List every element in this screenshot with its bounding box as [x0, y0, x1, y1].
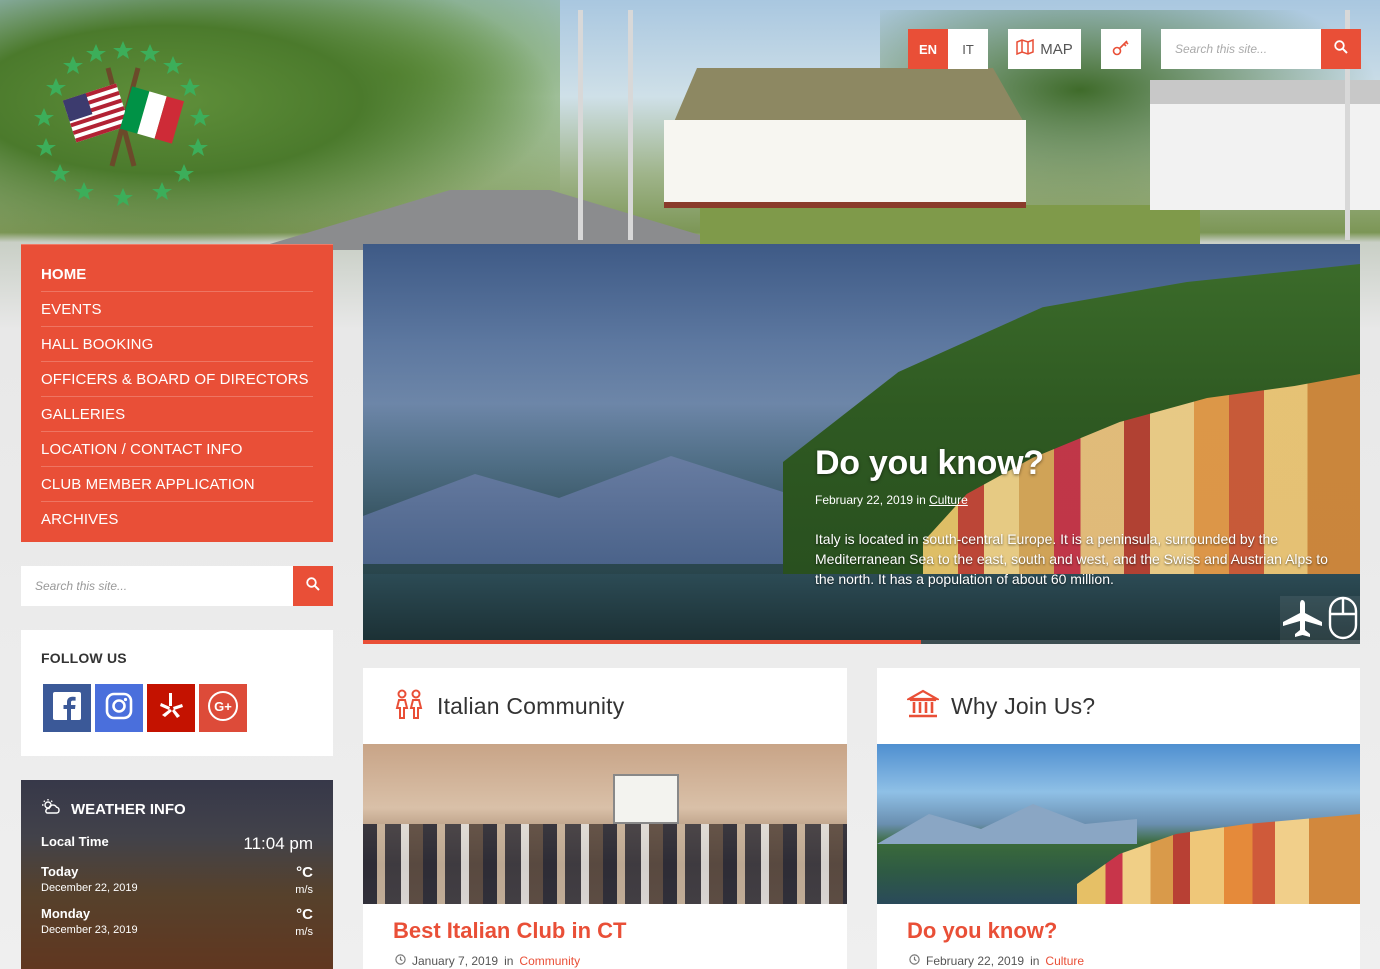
- google-plus-icon: G+: [207, 690, 239, 727]
- lang-en-button[interactable]: EN: [908, 29, 948, 69]
- weather-title: WEATHER INFO: [71, 800, 186, 818]
- header-search-button[interactable]: [1321, 29, 1361, 69]
- map-button[interactable]: MAP: [1008, 29, 1081, 69]
- mouse-icon: [1328, 596, 1358, 645]
- lawn: [700, 205, 1200, 245]
- sidebar-search: Search this site...: [21, 566, 333, 606]
- card-heading: Why Join Us?: [951, 692, 1096, 719]
- post-in: in: [504, 954, 514, 968]
- sidebar-search-input[interactable]: Search this site...: [21, 566, 293, 606]
- local-time-row: Local Time 11:04 pm: [41, 834, 313, 854]
- featured-slider[interactable]: Do you know? February 22, 2019 in Cultur…: [363, 244, 1360, 644]
- card-header: Why Join Us?: [877, 668, 1360, 744]
- instagram-icon: [105, 692, 133, 725]
- slide-caption: Do you know? February 22, 2019 in Cultur…: [815, 444, 1335, 589]
- nav-item-officers[interactable]: OFFICERS & BOARD OF DIRECTORS: [41, 362, 313, 397]
- follow-us-widget: FOLLOW US G+: [21, 630, 333, 756]
- sidebar-search-button[interactable]: [293, 566, 333, 606]
- post-meta: February 22, 2019 in Culture: [909, 954, 1360, 968]
- login-button[interactable]: [1101, 29, 1141, 69]
- slide-title[interactable]: Do you know?: [815, 444, 1335, 483]
- post-meta: January 7, 2019 in Community: [395, 954, 847, 968]
- nav-item-hall-booking[interactable]: HALL BOOKING: [41, 327, 313, 362]
- instagram-link[interactable]: [95, 684, 143, 732]
- card-header: Italian Community: [363, 668, 847, 744]
- weather-icon: [41, 798, 61, 820]
- google-plus-link[interactable]: G+: [199, 684, 247, 732]
- weather-title-row: WEATHER INFO: [41, 798, 313, 820]
- search-icon: [1334, 39, 1348, 59]
- map-label: MAP: [1040, 40, 1073, 58]
- facebook-icon: [52, 691, 82, 726]
- airplane-icon: [1282, 598, 1324, 643]
- local-time-value: 11:04 pm: [243, 834, 313, 853]
- forecast-day: Today: [41, 864, 79, 879]
- weather-widget: WEATHER INFO Local Time 11:04 pm Today D…: [21, 780, 333, 969]
- map-icon: [1016, 38, 1034, 59]
- post-category-link[interactable]: Culture: [1045, 954, 1084, 968]
- forecast-temp: °C: [296, 906, 313, 923]
- post-in: in: [1030, 954, 1040, 968]
- facebook-link[interactable]: [43, 684, 91, 732]
- utility-pole: [578, 10, 583, 240]
- yelp-icon: [158, 691, 184, 726]
- forecast-day: Monday: [41, 906, 91, 921]
- post-thumbnail[interactable]: [877, 744, 1360, 904]
- post-title-link[interactable]: Best Italian Club in CT: [393, 918, 847, 944]
- main-navigation: HOME EVENTS HALL BOOKING OFFICERS & BOAR…: [21, 244, 333, 542]
- slide-excerpt: Italy is located in south-central Europe…: [815, 531, 1328, 587]
- post-thumbnail[interactable]: [363, 744, 847, 904]
- club-logo[interactable]: [30, 38, 216, 208]
- slider-progress-bar: [363, 640, 922, 644]
- bank-icon: [904, 689, 942, 724]
- nav-item-member-application[interactable]: CLUB MEMBER APPLICATION: [41, 467, 313, 502]
- post-date: February 22, 2019: [926, 954, 1025, 968]
- people-icon: [393, 688, 425, 725]
- search-icon: [306, 576, 320, 596]
- post-title-link[interactable]: Do you know?: [907, 918, 1360, 944]
- slide-category-badge: [1280, 596, 1360, 644]
- yelp-link[interactable]: [147, 684, 195, 732]
- clubhouse-building: [660, 68, 1030, 208]
- slide-category-link[interactable]: Culture: [929, 493, 968, 507]
- slide-date: February 22, 2019: [815, 493, 914, 507]
- follow-us-title: FOLLOW US: [41, 650, 127, 666]
- street-lamp: [628, 10, 633, 240]
- nav-item-galleries[interactable]: GALLERIES: [41, 397, 313, 432]
- forecast-wind: m/s: [295, 926, 313, 938]
- forecast-date: December 23, 2019: [41, 924, 138, 936]
- key-icon: [1112, 38, 1130, 61]
- language-switcher: EN IT: [908, 29, 988, 69]
- lang-it-button[interactable]: IT: [948, 29, 988, 69]
- social-links: G+: [43, 684, 313, 732]
- category-card: Why Join Us? Do you know? February 22, 2…: [877, 668, 1360, 969]
- clock-icon: [909, 954, 920, 968]
- card-heading: Italian Community: [437, 692, 625, 719]
- svg-text:G+: G+: [214, 699, 232, 714]
- header-search: Search this site...: [1161, 29, 1361, 69]
- forecast-wind: m/s: [295, 884, 313, 896]
- nav-item-home[interactable]: HOME: [41, 257, 313, 292]
- forecast-row: Monday December 23, 2019 °C m/s: [41, 906, 313, 938]
- nav-item-location[interactable]: LOCATION / CONTACT INFO: [41, 432, 313, 467]
- post-date: January 7, 2019: [412, 954, 499, 968]
- forecast-temp: °C: [296, 864, 313, 881]
- slide-in: in: [916, 493, 926, 507]
- slide-meta: February 22, 2019 in Culture: [815, 493, 1335, 507]
- forecast-date: December 22, 2019: [41, 882, 138, 894]
- post-category-link[interactable]: Community: [519, 954, 580, 968]
- nav-item-events[interactable]: EVENTS: [41, 292, 313, 327]
- nav-item-archives[interactable]: ARCHIVES: [41, 502, 313, 537]
- forecast-row: Today December 22, 2019 °C m/s: [41, 864, 313, 896]
- clock-icon: [395, 954, 406, 968]
- local-time-label: Local Time: [41, 834, 109, 849]
- header-search-input[interactable]: Search this site...: [1161, 29, 1321, 69]
- category-card: Italian Community Best Italian Club in C…: [363, 668, 847, 969]
